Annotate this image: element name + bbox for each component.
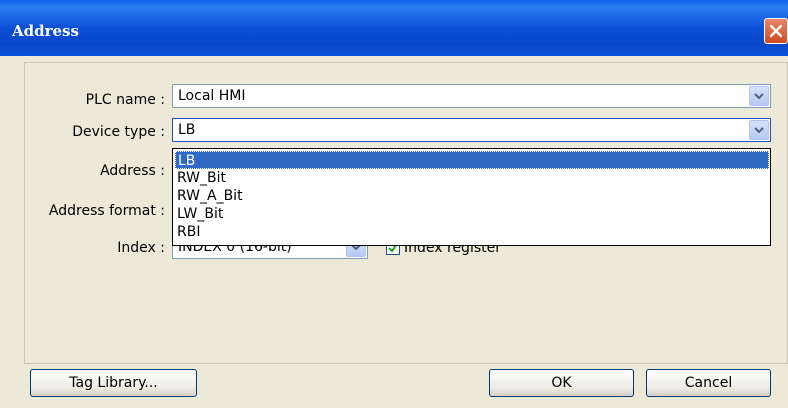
device-type-dropdown-button[interactable]: [749, 120, 769, 140]
close-icon: [769, 24, 783, 38]
address-dialog: Address PLC name : Local HMI Device type…: [0, 0, 788, 408]
dropdown-option-rbi[interactable]: RBI: [175, 223, 769, 241]
dropdown-option-rw-bit[interactable]: RW_Bit: [175, 169, 769, 187]
device-type-combo[interactable]: LB: [172, 118, 771, 142]
tag-library-button[interactable]: Tag Library...: [30, 369, 197, 397]
dropdown-option-rw-a-bit[interactable]: RW_A_Bit: [175, 187, 769, 205]
close-button[interactable]: [764, 18, 788, 44]
plc-name-combo[interactable]: Local HMI: [172, 84, 771, 108]
cancel-button[interactable]: Cancel: [646, 369, 771, 397]
index-label: Index :: [117, 240, 165, 256]
plc-name-value: Local HMI: [178, 88, 246, 104]
plc-name-label: PLC name :: [85, 92, 165, 108]
device-type-dropdown-list[interactable]: LB RW_Bit RW_A_Bit LW_Bit RBI: [172, 148, 771, 246]
dropdown-option-lw-bit[interactable]: LW_Bit: [175, 205, 769, 223]
chevron-down-icon: [754, 126, 764, 133]
address-label: Address :: [100, 163, 165, 179]
chevron-down-icon: [754, 92, 764, 99]
window-title: Address: [12, 22, 79, 40]
dropdown-option-lb[interactable]: LB: [175, 151, 769, 169]
device-type-value: LB: [178, 122, 196, 138]
address-format-label: Address format :: [48, 203, 165, 219]
device-type-label: Device type :: [72, 124, 165, 140]
plc-name-dropdown-button[interactable]: [749, 86, 769, 106]
ok-button[interactable]: OK: [489, 369, 634, 397]
title-bar[interactable]: Address: [0, 0, 788, 56]
